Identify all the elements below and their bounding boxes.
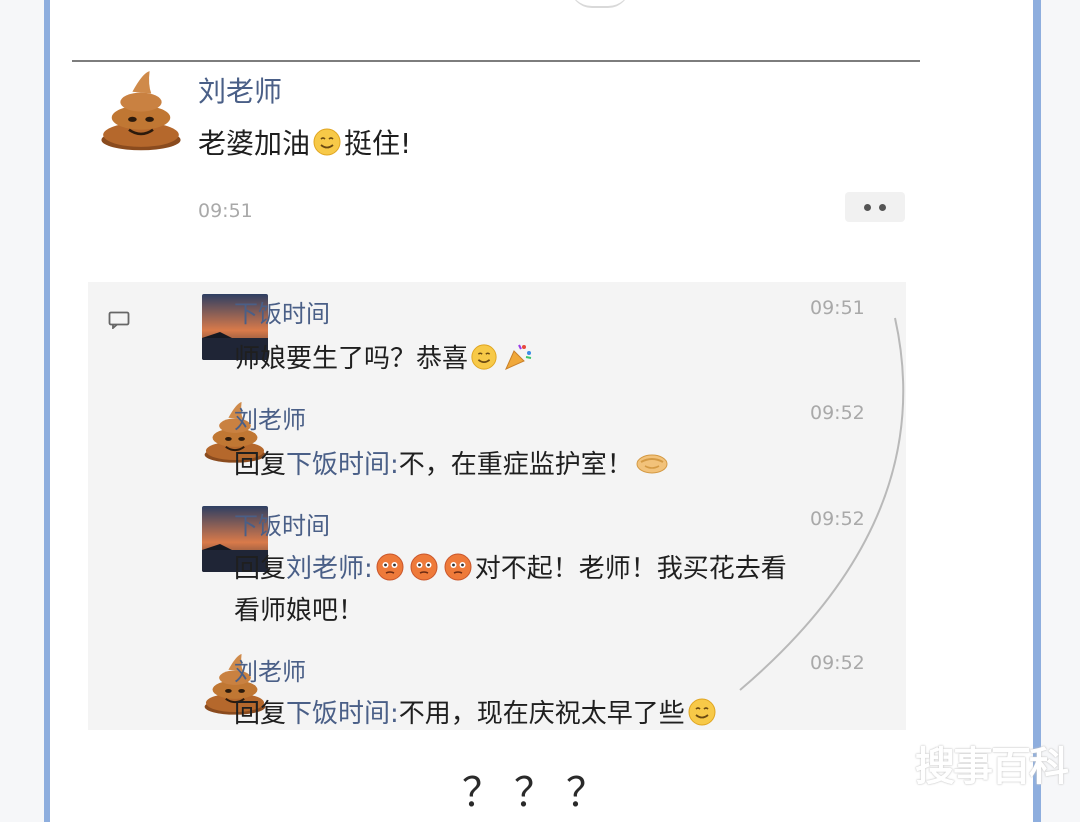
comment-body: 师娘要生了吗？恭喜 [234, 344, 469, 374]
comment-text: 师娘要生了吗？恭喜 [234, 338, 536, 375]
comment-author[interactable]: 下饭时间 [234, 506, 330, 541]
smile-emoji-icon [688, 698, 716, 725]
flushed-emoji-icon [444, 553, 472, 580]
poop-emoji-avatar[interactable] [98, 66, 184, 152]
right-frame-border [1033, 0, 1041, 822]
smile-emoji-icon [313, 128, 341, 156]
reply-to-name[interactable]: 刘老师: [286, 548, 373, 585]
post-timestamp: 09:51 [198, 200, 253, 222]
post-content: 老婆加油 挺住! [198, 122, 411, 162]
comment-author[interactable]: 刘老师 [234, 652, 306, 687]
reply-to-name[interactable]: 下饭时间: [286, 693, 399, 730]
comment-text: 回复 下饭时间: 不，在重症监护室！ [234, 444, 671, 481]
more-options-button[interactable] [845, 192, 905, 222]
comment-icon [108, 311, 130, 329]
post-author-name[interactable]: 刘老师 [198, 70, 282, 110]
comment-text: 回复 刘老师: 对不起！老师！我买花去看 [234, 548, 787, 585]
reply-prefix: 回复 [234, 699, 287, 729]
handshake-icon [636, 454, 668, 473]
comment-text-line2: 看师娘吧！ [234, 596, 365, 626]
comment-body: 对不起！老师！我买花去看 [474, 554, 787, 584]
comment-timestamp: 09:52 [810, 652, 865, 674]
comment-timestamp: 09:52 [810, 402, 865, 424]
watermark-text: 搜事百科 [915, 744, 1069, 790]
smile-emoji-icon [471, 343, 497, 370]
top-arc-decoration [570, 0, 630, 8]
flushed-emoji-icon [376, 553, 404, 580]
comment-author[interactable]: 下饭时间 [234, 294, 330, 329]
reply-prefix: 回复 [234, 554, 287, 584]
post-text-after: 挺住! [344, 127, 412, 160]
comment-body: 不用，现在庆祝太早了些 [398, 699, 685, 729]
comment-timestamp: 09:51 [810, 297, 865, 319]
flushed-emoji-icon [410, 553, 438, 580]
post-text-before: 老婆加油 [198, 127, 311, 160]
reply-prefix: 回复 [234, 450, 287, 480]
comment-author[interactable]: 刘老师 [234, 400, 306, 435]
header-divider [72, 60, 920, 62]
comment-timestamp: 09:52 [810, 508, 865, 530]
comment-text: 回复 下饭时间: 不用，现在庆祝太早了些 [234, 693, 719, 730]
comment-body: 不，在重症监护室！ [398, 450, 633, 480]
party-popper-icon [505, 344, 532, 370]
reply-to-name[interactable]: 下饭时间: [286, 444, 399, 481]
